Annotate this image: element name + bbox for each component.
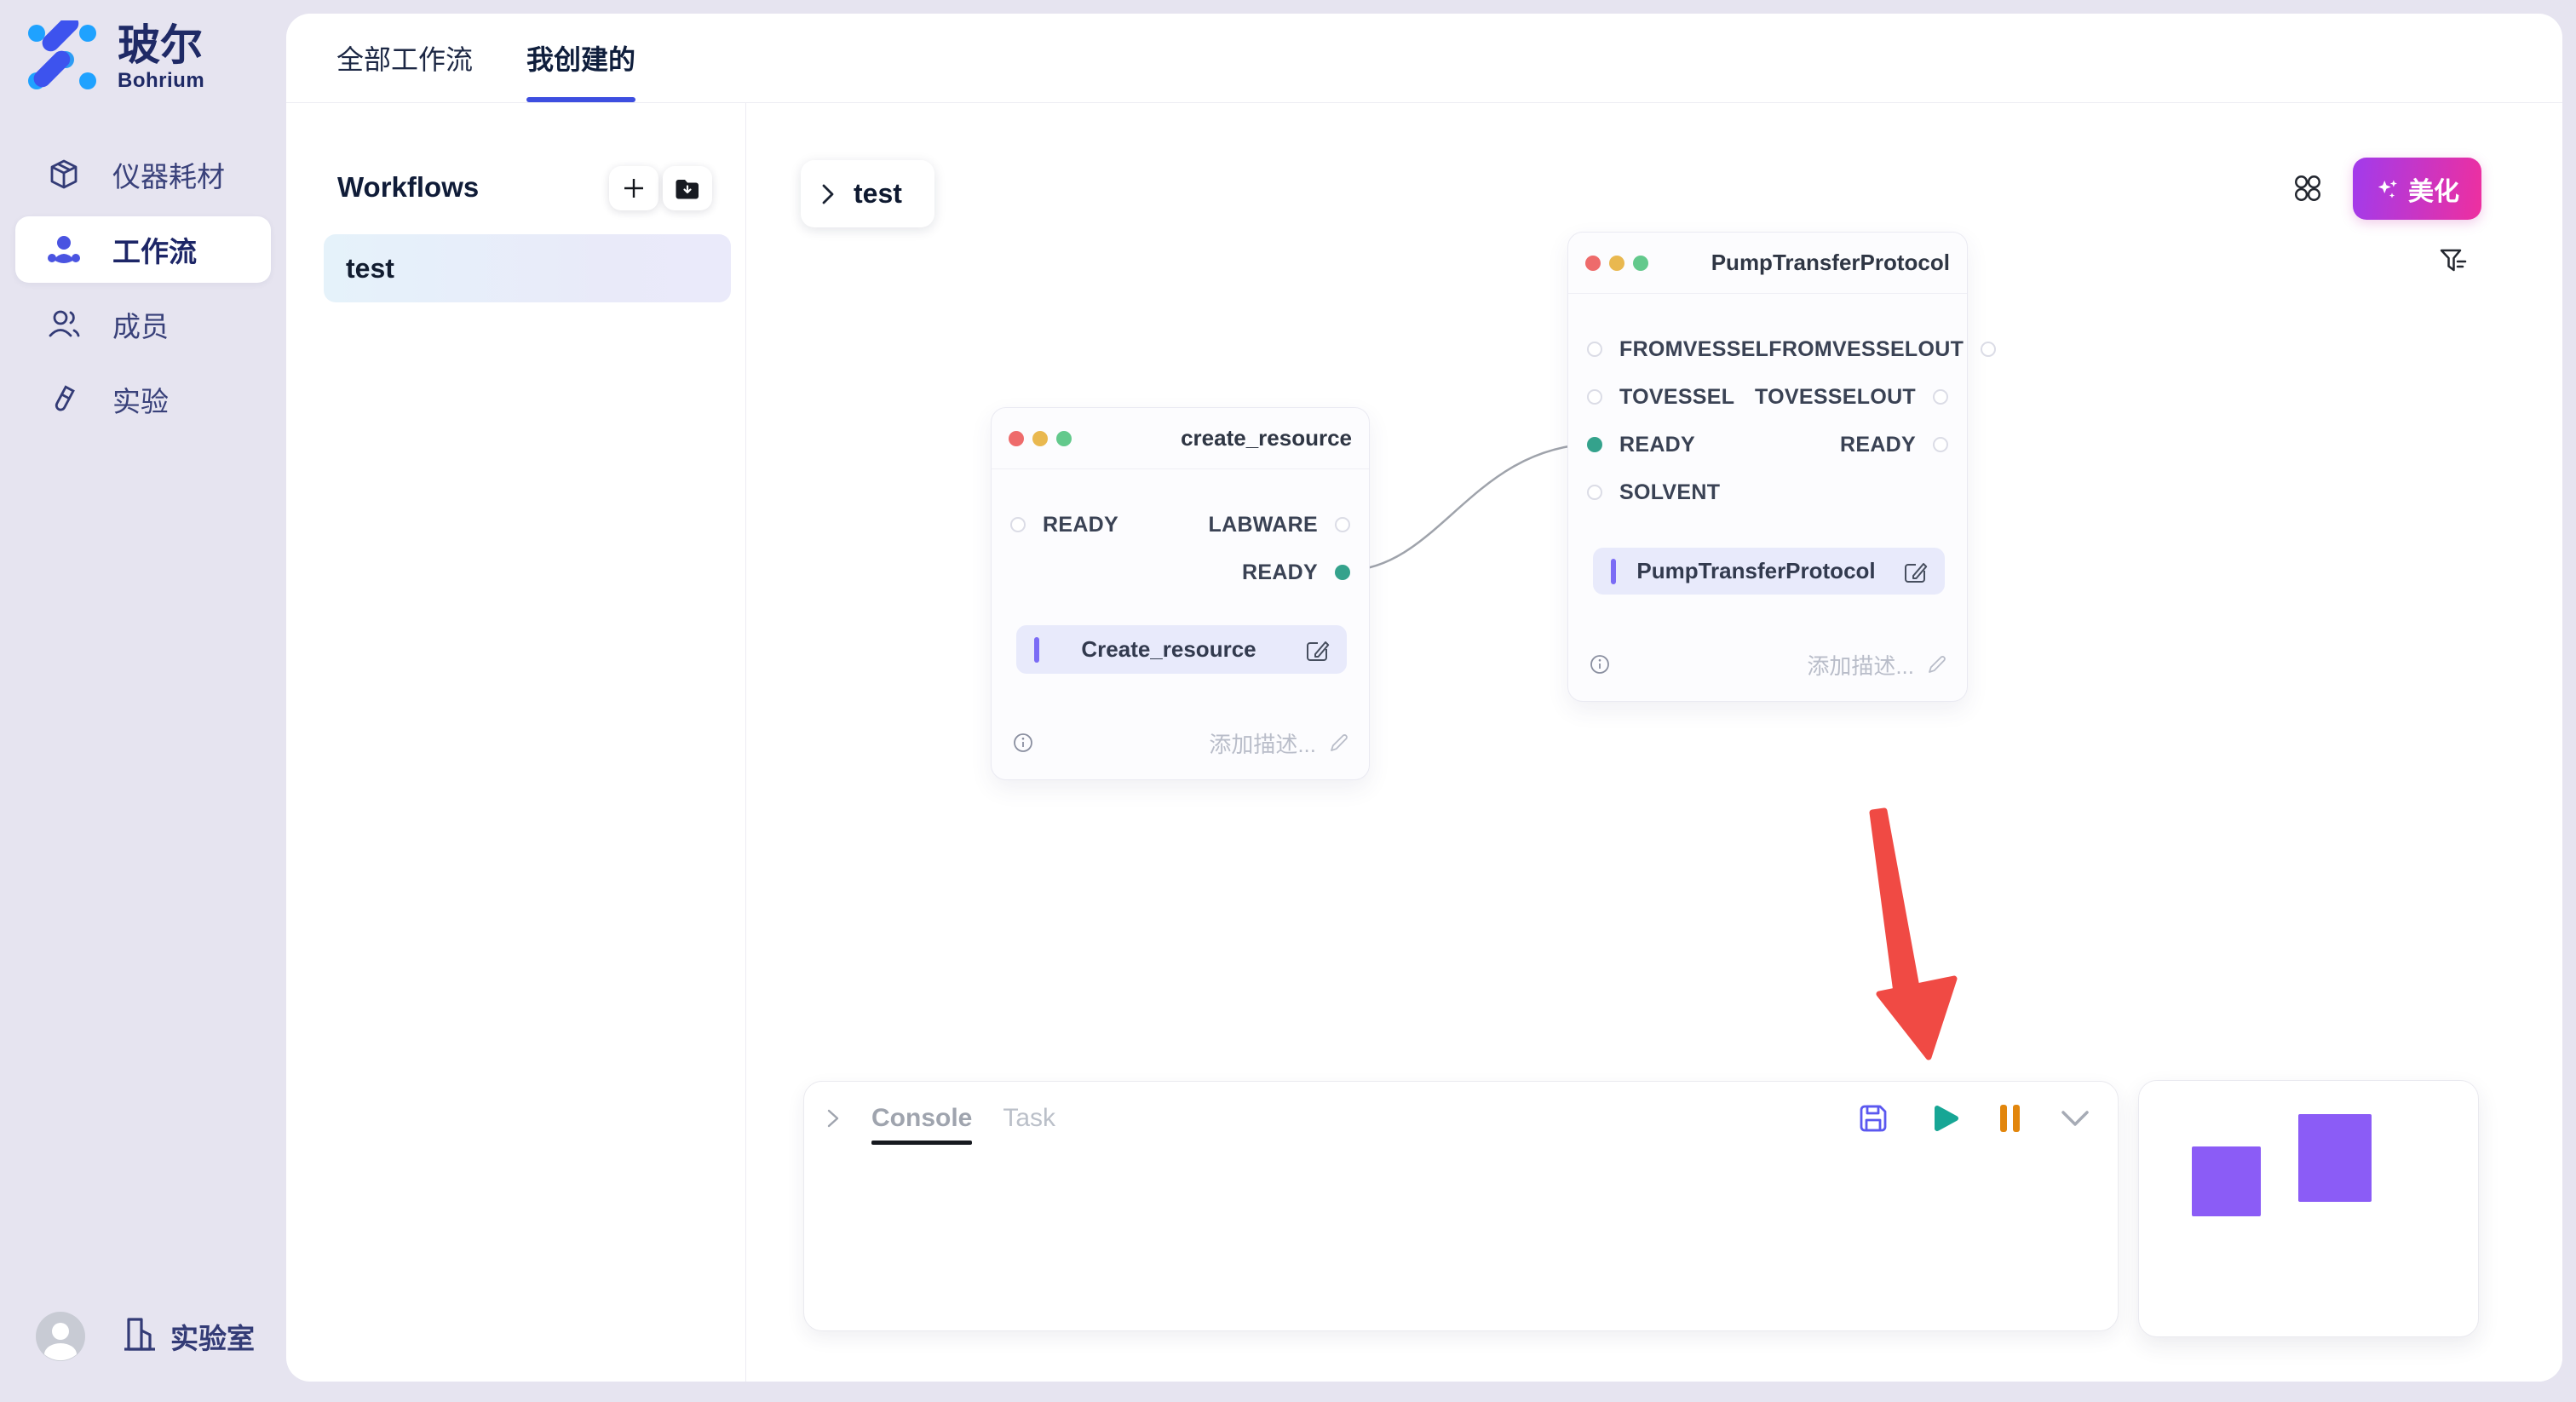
output-port-ready[interactable] — [1933, 437, 1948, 452]
sparkles-icon — [2375, 176, 2401, 202]
input-port-ready-connected[interactable] — [1587, 437, 1602, 452]
minimap-node-create-resource — [2192, 1146, 2261, 1216]
collapse-chevron-icon[interactable] — [2060, 1109, 2090, 1128]
minimap-node-pump-transfer — [2298, 1114, 2372, 1202]
input-port-tovessel[interactable] — [1587, 389, 1602, 405]
sidebar-nav: 仪器耗材 工作流 — [0, 141, 286, 441]
workflow-group-icon — [46, 232, 82, 267]
workspace-tabbar: 全部工作流 我创建的 — [286, 14, 2562, 103]
lab-name[interactable]: 实验室 — [170, 1316, 255, 1357]
bohrium-logo-icon — [26, 20, 99, 94]
box-icon — [46, 157, 82, 192]
window-dot-green — [1633, 256, 1648, 271]
info-icon[interactable] — [1013, 733, 1033, 753]
window-dot-yellow — [1032, 431, 1048, 446]
add-workflow-button[interactable] — [609, 166, 658, 210]
node-action-pill[interactable]: Create_resource — [1016, 625, 1347, 674]
workflow-canvas[interactable]: test 美化 — [746, 103, 2562, 1382]
sidebar-item-label: 实验 — [112, 379, 169, 420]
sidebar-footer: 实验室 — [36, 1312, 255, 1361]
plus-icon — [622, 176, 646, 200]
filter-icon[interactable] — [2438, 246, 2469, 279]
node-create-resource[interactable]: create_resource READY LABWARE — [991, 407, 1370, 780]
run-button[interactable] — [1929, 1102, 1961, 1135]
minimap[interactable] — [2138, 1080, 2479, 1337]
workflows-panel: Workflows test — [286, 103, 746, 1382]
console-panel: Console Task — [803, 1081, 2119, 1331]
beautify-button-label: 美化 — [2408, 170, 2459, 208]
tab-created-by-me[interactable]: 我创建的 — [526, 14, 635, 102]
members-icon — [46, 307, 82, 342]
brand-logo: 玻尔 Bohrium — [26, 20, 204, 94]
sidebar-item-label: 仪器耗材 — [112, 154, 225, 195]
input-port-ready[interactable] — [1010, 517, 1026, 532]
node-action-pill[interactable]: PumpTransferProtocol — [1593, 548, 1945, 595]
pencil-icon[interactable] — [1328, 732, 1350, 754]
node-header: create_resource — [992, 408, 1369, 469]
sidebar-item-label: 工作流 — [112, 229, 197, 270]
console-tab[interactable]: Console — [871, 1104, 972, 1133]
main-card: 全部工作流 我创建的 Workflows — [286, 14, 2562, 1382]
active-tab-underline — [526, 97, 635, 102]
pill-accent-bar — [1611, 559, 1616, 584]
workflows-panel-title: Workflows — [337, 171, 479, 204]
tab-all-workflows[interactable]: 全部工作流 — [336, 14, 473, 102]
sidebar-item-instruments[interactable]: 仪器耗材 — [15, 141, 271, 208]
edit-icon[interactable] — [1304, 637, 1330, 663]
input-port-solvent[interactable] — [1587, 485, 1602, 500]
task-tab[interactable]: Task — [1003, 1104, 1055, 1133]
sidebar-item-experiments[interactable]: 实验 — [15, 366, 271, 433]
sidebar: 玻尔 Bohrium 仪器耗材 — [0, 0, 286, 1402]
connection-edge — [1348, 444, 1596, 571]
brand-title: 玻尔 — [118, 21, 204, 69]
node-title: PumpTransferProtocol — [1711, 250, 1950, 276]
info-icon[interactable] — [1590, 654, 1610, 675]
workflow-list-item[interactable]: test — [324, 234, 731, 302]
console-expand-chevron-icon[interactable] — [825, 1108, 841, 1129]
chevron-right-icon — [819, 183, 837, 205]
import-folder-button[interactable] — [663, 166, 712, 210]
brand-subtitle: Bohrium — [118, 69, 204, 93]
test-tube-icon — [46, 382, 82, 417]
save-button[interactable] — [1857, 1102, 1889, 1135]
sidebar-item-workflows[interactable]: 工作流 — [15, 216, 271, 283]
beautify-button[interactable]: 美化 — [2353, 158, 2481, 220]
edit-icon[interactable] — [1902, 559, 1928, 584]
output-port-fromvesselout[interactable] — [1981, 342, 1996, 357]
pencil-icon[interactable] — [1926, 653, 1948, 675]
breadcrumb[interactable]: test — [801, 160, 934, 227]
description-placeholder[interactable]: 添加描述... — [1209, 727, 1316, 759]
avatar[interactable] — [36, 1312, 85, 1361]
folder-download-icon — [675, 178, 700, 199]
description-placeholder[interactable]: 添加描述... — [1807, 649, 1914, 681]
node-header: PumpTransferProtocol — [1568, 233, 1967, 294]
lab-building-icon — [123, 1317, 157, 1357]
window-dot-green — [1056, 431, 1072, 446]
command-palette-icon[interactable] — [2292, 173, 2323, 208]
app-root: 玻尔 Bohrium 仪器耗材 — [0, 0, 2576, 1402]
pause-button[interactable] — [2000, 1102, 2021, 1135]
output-port-labware[interactable] — [1335, 517, 1350, 532]
pill-accent-bar — [1034, 637, 1039, 663]
output-port-tovesselout[interactable] — [1933, 389, 1948, 405]
window-dot-yellow — [1609, 256, 1624, 271]
node-pump-transfer-protocol[interactable]: PumpTransferProtocol FROMVESSEL FROMVESS… — [1567, 232, 1968, 702]
node-title: create_resource — [1181, 425, 1352, 451]
input-port-fromvessel[interactable] — [1587, 342, 1602, 357]
window-dot-red — [1585, 256, 1601, 271]
sidebar-item-members[interactable]: 成员 — [15, 291, 271, 358]
output-port-ready-connected[interactable] — [1335, 565, 1350, 580]
sidebar-item-label: 成员 — [112, 304, 169, 345]
window-dot-red — [1009, 431, 1024, 446]
breadcrumb-label: test — [854, 178, 902, 210]
